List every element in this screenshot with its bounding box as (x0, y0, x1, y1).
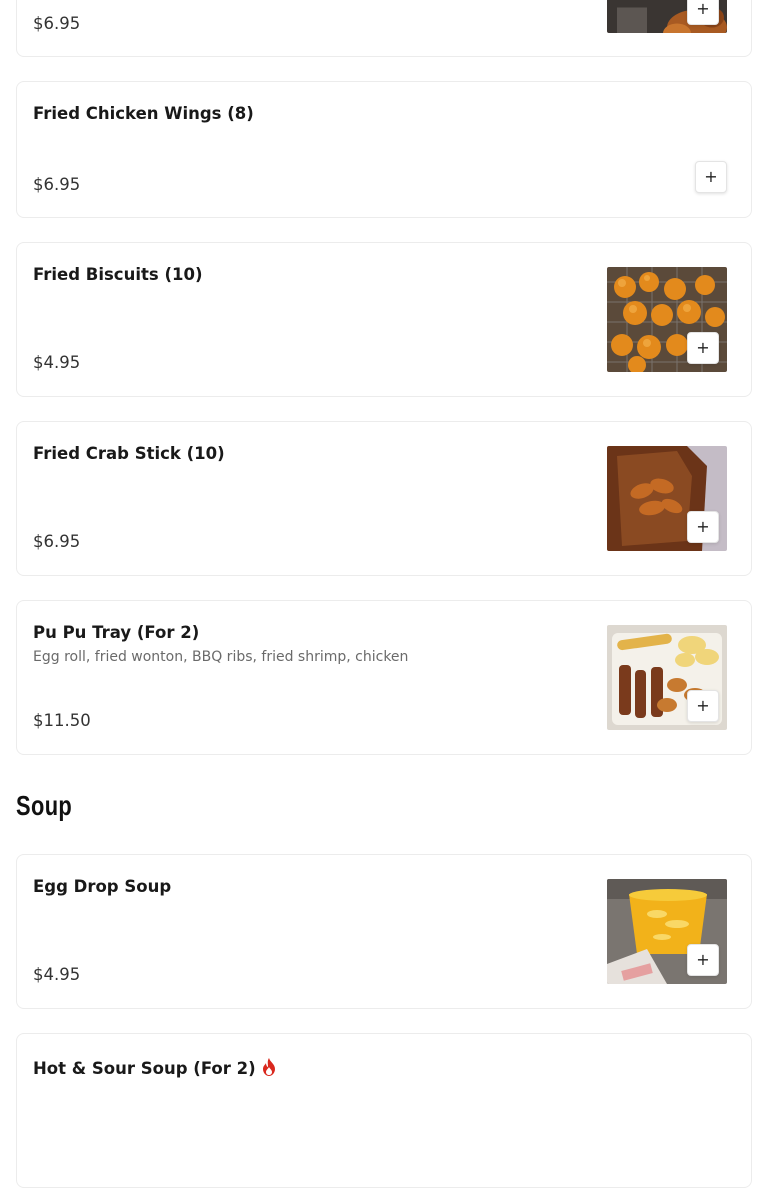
plus-icon: + (696, 0, 710, 18)
item-name: Pu Pu Tray (For 2) (33, 623, 200, 642)
item-name-text: Hot & Sour Soup (For 2) (33, 1059, 256, 1078)
add-to-cart-button[interactable]: + (687, 690, 719, 722)
plus-icon: + (696, 696, 710, 715)
item-name: Fried Crab Stick (10) (33, 444, 225, 463)
item-price: $6.95 (33, 175, 81, 194)
plus-icon: + (696, 338, 710, 357)
item-price: $4.95 (33, 965, 81, 984)
add-to-cart-button[interactable]: + (687, 332, 719, 364)
menu-item-card[interactable]: Fried Biscuits (10) $4.95 + (16, 242, 752, 397)
menu-item-card[interactable]: Egg Drop Soup $4.95 + (16, 854, 752, 1009)
add-to-cart-button[interactable]: + (687, 944, 719, 976)
item-name: Egg Drop Soup (33, 877, 172, 896)
item-description: Egg roll, fried wonton, BBQ ribs, fried … (33, 649, 409, 665)
item-price: $11.50 (33, 711, 91, 730)
item-price: $6.95 (33, 14, 81, 33)
item-thumbnail (607, 1058, 727, 1089)
add-to-cart-button[interactable]: + (687, 0, 719, 25)
add-to-cart-button[interactable]: + (695, 161, 727, 193)
menu-item-card[interactable]: Fried Crab Stick (10) $6.95 + (16, 421, 752, 576)
menu-item-card[interactable]: $6.95 + (16, 0, 752, 57)
item-name: Fried Biscuits (10) (33, 265, 203, 284)
item-price: $6.95 (33, 532, 81, 551)
item-name: Hot & Sour Soup (For 2) (33, 1058, 276, 1080)
plus-icon: + (696, 950, 710, 969)
plus-icon: + (704, 167, 718, 186)
menu-item-card[interactable]: Pu Pu Tray (For 2) Egg roll, fried wonto… (16, 600, 752, 755)
add-to-cart-button[interactable]: + (687, 511, 719, 543)
menu-item-card[interactable]: Fried Chicken Wings (8) $6.95 + (16, 81, 752, 218)
menu-item-card[interactable]: Hot & Sour Soup (For 2) (16, 1033, 752, 1188)
section-title: Soup (16, 790, 73, 821)
item-price: $4.95 (33, 353, 81, 372)
plus-icon: + (696, 517, 710, 536)
flame-icon (262, 1058, 276, 1080)
item-name: Fried Chicken Wings (8) (33, 104, 254, 123)
